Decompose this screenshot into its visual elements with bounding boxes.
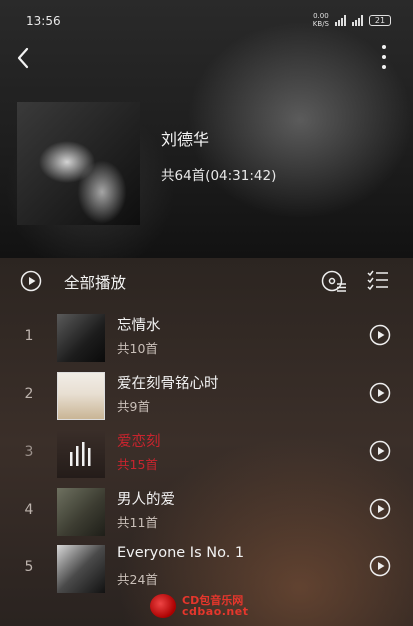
row-index: 1 bbox=[24, 328, 34, 344]
row-index: 4 bbox=[24, 502, 34, 518]
artist-name: 刘德华 bbox=[161, 130, 210, 149]
watermark-url: cdbao.net bbox=[182, 605, 249, 618]
album-cover-image bbox=[57, 430, 105, 478]
row-index: 5 bbox=[24, 559, 34, 575]
play-circle-icon[interactable] bbox=[369, 382, 391, 404]
equalizer-icon bbox=[70, 442, 91, 466]
watermark-logo-icon bbox=[150, 594, 176, 618]
album-cover-image bbox=[57, 488, 105, 536]
row-index: 2 bbox=[24, 386, 34, 402]
album-track-count: 共15首 bbox=[117, 457, 158, 472]
status-indicators: 0.00 KB/S 21 bbox=[313, 12, 391, 28]
play-all-bar bbox=[0, 258, 413, 304]
album-row[interactable]: 2 爱在刻骨铭心时 共9首 bbox=[0, 368, 413, 424]
album-track-count: 共24首 bbox=[117, 572, 158, 587]
signal-icon-1 bbox=[335, 14, 346, 26]
row-index: 3 bbox=[24, 444, 34, 460]
album-row-now-playing[interactable]: 3 爱恋刻 共15首 bbox=[0, 426, 413, 482]
more-dot-icon bbox=[382, 45, 386, 49]
play-all-button[interactable]: 全部播放 bbox=[64, 271, 126, 293]
network-speed: 0.00 KB/S bbox=[312, 12, 329, 28]
album-list-screen: 13:56 0.00 KB/S 21 刘德华 共64首(04:31:42) 全部… bbox=[0, 0, 413, 626]
play-circle-icon[interactable] bbox=[369, 324, 391, 346]
album-track-count: 共9首 bbox=[117, 399, 150, 414]
battery-icon: 21 bbox=[369, 14, 391, 26]
album-track-count: 共10首 bbox=[117, 341, 158, 356]
album-title: 爱恋刻 bbox=[117, 434, 161, 450]
more-dot-icon bbox=[382, 65, 386, 69]
status-time: 13:56 bbox=[26, 14, 61, 28]
play-circle-icon[interactable] bbox=[369, 498, 391, 520]
artist-cover-image bbox=[17, 102, 140, 225]
download-manage-icon[interactable] bbox=[321, 270, 347, 292]
more-options-button[interactable] bbox=[377, 42, 391, 72]
album-row[interactable]: 1 忘情水 共10首 bbox=[0, 310, 413, 366]
album-title: 男人的爱 bbox=[117, 492, 175, 508]
album-title: 爱在刻骨铭心时 bbox=[117, 376, 219, 392]
album-track-count: 共11首 bbox=[117, 515, 158, 530]
back-button[interactable] bbox=[10, 44, 36, 72]
signal-icon-2 bbox=[352, 14, 363, 26]
play-circle-icon[interactable] bbox=[369, 440, 391, 462]
album-cover-image bbox=[57, 314, 105, 362]
album-title: Everyone Is No. 1 bbox=[117, 545, 245, 561]
artist-summary: 共64首(04:31:42) bbox=[161, 168, 277, 184]
play-circle-icon[interactable] bbox=[369, 555, 391, 577]
album-title: 忘情水 bbox=[117, 318, 161, 334]
album-row[interactable]: 4 男人的爱 共11首 bbox=[0, 484, 413, 540]
multi-select-icon[interactable] bbox=[366, 268, 390, 292]
play-circle-icon[interactable] bbox=[20, 270, 42, 292]
status-bar: 13:56 0.00 KB/S 21 bbox=[0, 0, 413, 36]
album-cover-image bbox=[57, 545, 105, 593]
more-dot-icon bbox=[382, 55, 386, 59]
album-cover-image bbox=[57, 372, 105, 420]
chevron-left-icon bbox=[17, 47, 29, 69]
album-row[interactable]: 5 Everyone Is No. 1 共24首 bbox=[0, 541, 413, 597]
watermark: CD包音乐网 cdbao.net bbox=[150, 594, 248, 618]
